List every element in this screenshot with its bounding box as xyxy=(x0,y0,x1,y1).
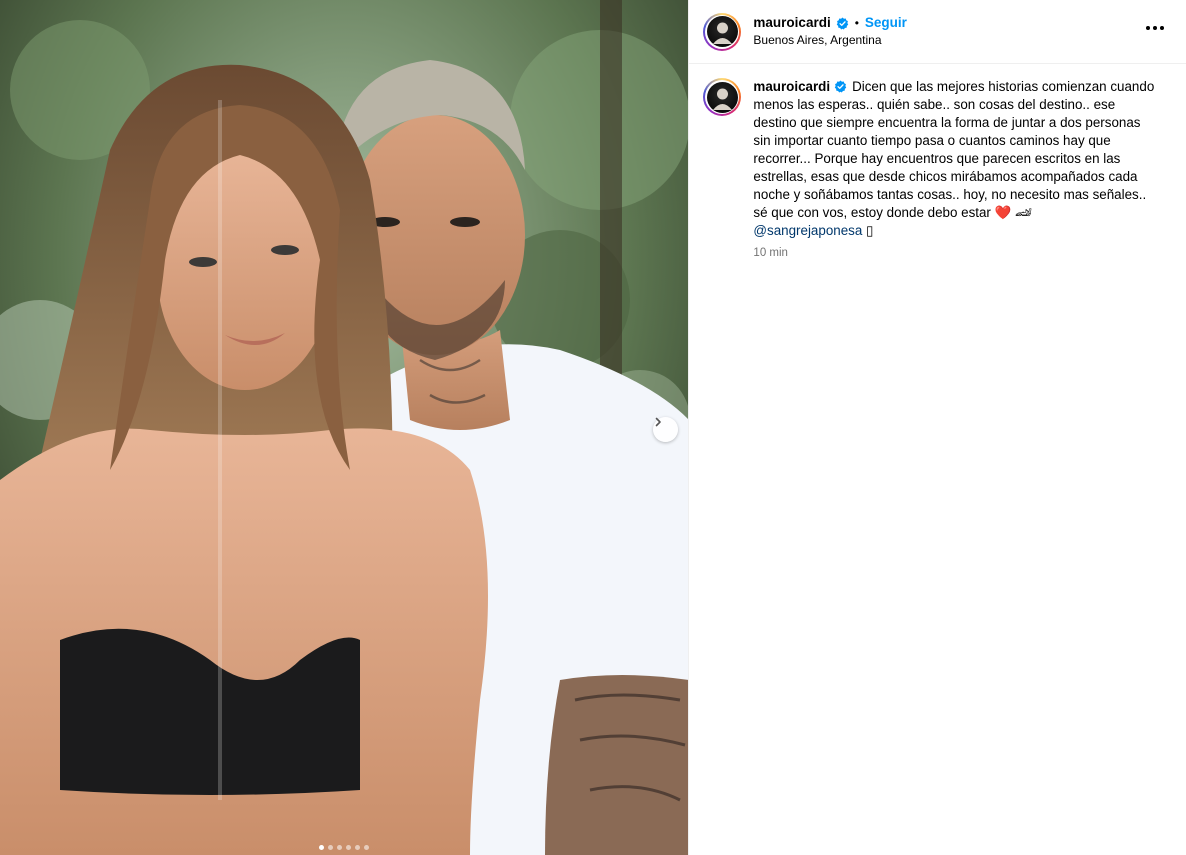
heart-emoji: ❤️ xyxy=(994,205,1012,220)
carousel-dot xyxy=(355,845,361,850)
verified-badge-icon xyxy=(834,80,847,93)
more-options-icon[interactable] xyxy=(1142,22,1168,34)
avatar[interactable] xyxy=(703,12,742,51)
location-link[interactable]: Buenos Aires, Argentina xyxy=(753,33,907,48)
mention-link[interactable]: @sangrejaponesa xyxy=(753,223,862,238)
race-car-emoji: 🏎 xyxy=(1015,205,1033,220)
avatar-border xyxy=(705,80,740,114)
header-line: mauroicardi • Seguir xyxy=(753,15,907,32)
avatar-border xyxy=(705,14,740,49)
avatar-image xyxy=(706,16,738,47)
carousel-indicator xyxy=(0,845,688,850)
avatar-silhouette-icon xyxy=(712,88,732,110)
carousel-dot xyxy=(319,845,325,850)
caption-username-link[interactable]: mauroicardi xyxy=(753,79,830,94)
carousel-dot xyxy=(346,845,352,850)
separator-bullet: • xyxy=(854,16,859,30)
carousel-dot xyxy=(328,845,334,850)
verified-badge-icon xyxy=(836,17,849,30)
carousel-dot xyxy=(337,845,343,850)
avatar-silhouette-icon xyxy=(712,22,732,44)
post-timestamp[interactable]: 10 min xyxy=(753,247,1158,259)
caption-comment: mauroicardi Dicen que las mejores histor… xyxy=(689,64,1186,259)
photo-illustration xyxy=(0,0,689,855)
caption-text: mauroicardi Dicen que las mejores histor… xyxy=(753,78,1158,240)
follow-button[interactable]: Seguir xyxy=(865,15,907,32)
post-details-panel: mauroicardi • Seguir Buenos Aires, Argen… xyxy=(688,0,1186,855)
username-link[interactable]: mauroicardi xyxy=(753,15,830,32)
chevron-right-icon xyxy=(655,417,661,427)
post-photo[interactable] xyxy=(0,0,689,855)
more-dot xyxy=(1160,26,1164,30)
instagram-post-view: mauroicardi • Seguir Buenos Aires, Argen… xyxy=(0,0,1186,855)
header-text: mauroicardi • Seguir Buenos Aires, Argen… xyxy=(753,15,907,48)
unrendered-glyph: ▯ xyxy=(866,223,874,238)
carousel-dot xyxy=(364,845,370,850)
caption-message: Dicen que las mejores historias comienza… xyxy=(753,79,1155,220)
carousel-next-button[interactable] xyxy=(653,417,678,442)
more-dot xyxy=(1146,26,1150,30)
post-header: mauroicardi • Seguir Buenos Aires, Argen… xyxy=(689,0,1186,64)
caption-avatar[interactable] xyxy=(703,78,742,116)
more-dot xyxy=(1153,26,1157,30)
caption-body: mauroicardi Dicen que las mejores histor… xyxy=(753,78,1158,259)
avatar-image xyxy=(706,81,738,113)
